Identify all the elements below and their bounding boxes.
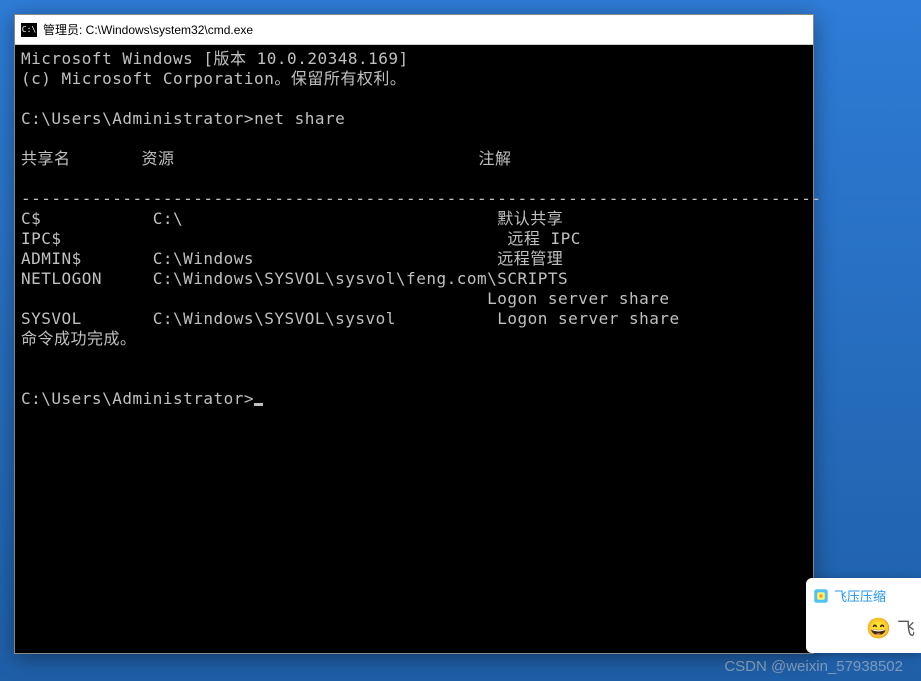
watermark: CSDN @weixin_57938502 xyxy=(724,658,903,675)
window-title: 管理员: C:\Windows\system32\cmd.exe xyxy=(43,21,253,38)
popup-body: 😄 飞 xyxy=(812,615,915,641)
table-row: C$ C:\ 默认共享 xyxy=(21,209,563,228)
col-resource: 资源 xyxy=(141,149,174,168)
titlebar[interactable]: C:\ 管理员: C:\Windows\system32\cmd.exe xyxy=(15,15,813,45)
emoji-icon: 😄 xyxy=(866,616,891,641)
terminal-output[interactable]: Microsoft Windows [版本 10.0.20348.169] (c… xyxy=(15,45,813,413)
cursor xyxy=(254,403,263,406)
cmd-icon: C:\ xyxy=(21,23,37,37)
table-row: Logon server share xyxy=(21,289,670,308)
compress-icon xyxy=(812,587,830,605)
table-row: ADMIN$ C:\Windows 远程管理 xyxy=(21,249,563,268)
prompt: C:\Users\Administrator> xyxy=(21,389,254,408)
table-row: NETLOGON C:\Windows\SYSVOL\sysvol\feng.c… xyxy=(21,269,568,288)
popup-fly-text: 飞 xyxy=(897,615,915,641)
cmd-window: C:\ 管理员: C:\Windows\system32\cmd.exe Mic… xyxy=(14,14,814,654)
col-share: 共享名 xyxy=(21,149,71,168)
version-line: Microsoft Windows [版本 10.0.20348.169] xyxy=(21,49,409,68)
table-row: IPC$ 远程 IPC xyxy=(21,229,581,248)
popup-title: 飞压压缩 xyxy=(834,586,886,605)
command: net share xyxy=(254,109,345,128)
table-row: SYSVOL C:\Windows\SYSVOL\sysvol Logon se… xyxy=(21,309,680,328)
separator: ----------------------------------------… xyxy=(21,189,822,208)
popup-header: 飞压压缩 xyxy=(812,586,915,605)
success-line: 命令成功完成。 xyxy=(21,329,137,348)
popup-ad[interactable]: 飞压压缩 😄 飞 xyxy=(806,578,921,653)
prompt: C:\Users\Administrator> xyxy=(21,109,254,128)
col-remark: 注解 xyxy=(478,149,511,168)
copyright-line: (c) Microsoft Corporation。保留所有权利。 xyxy=(21,69,406,88)
